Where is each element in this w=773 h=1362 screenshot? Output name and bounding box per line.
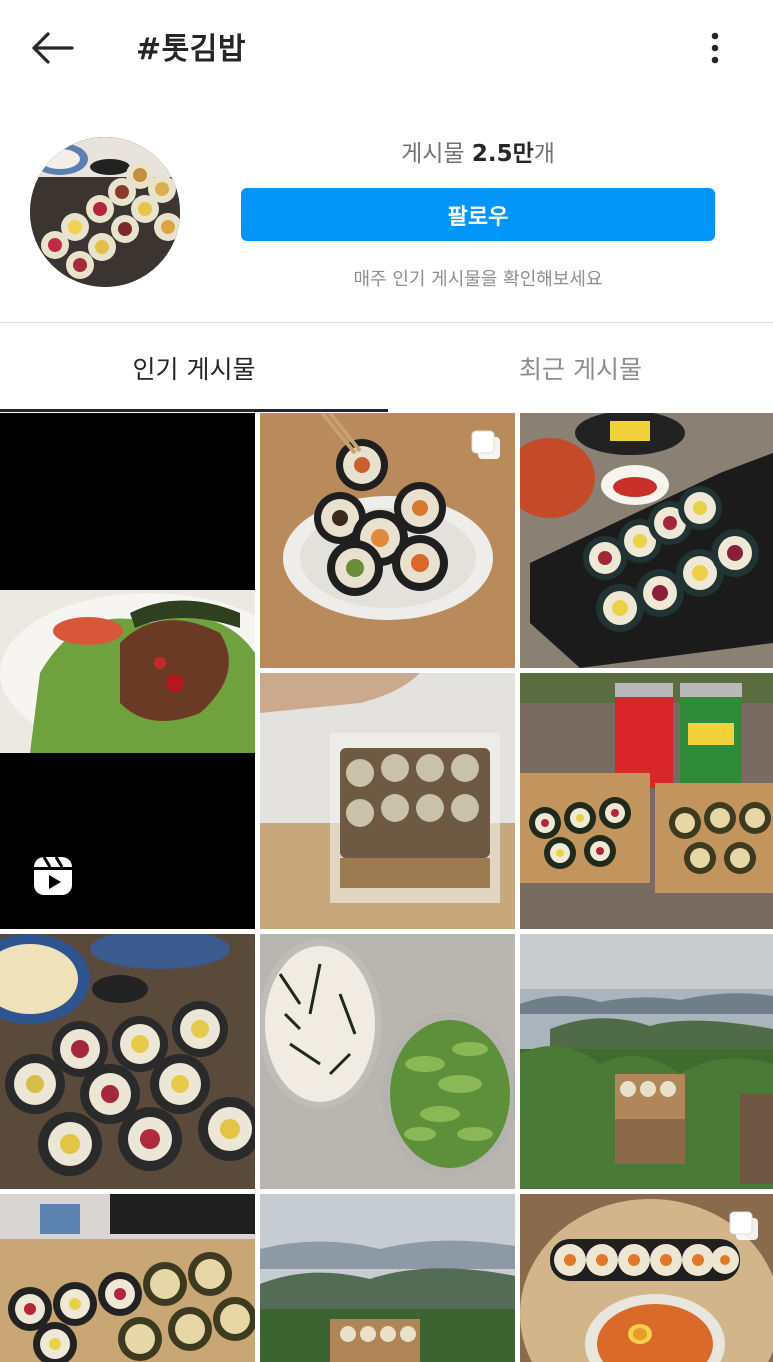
carousel-icon bbox=[729, 1211, 758, 1240]
back-button[interactable] bbox=[28, 26, 76, 70]
posts-label: 게시물 bbox=[401, 141, 465, 167]
grid-post[interactable] bbox=[260, 934, 515, 1189]
arrow-left-icon bbox=[32, 32, 74, 64]
hashtag-avatar bbox=[30, 137, 180, 287]
posts-unit: 개 bbox=[533, 141, 555, 167]
grid-post[interactable] bbox=[0, 934, 255, 1189]
more-options-button[interactable] bbox=[700, 26, 730, 70]
reels-icon bbox=[34, 856, 72, 895]
weekly-note: 매주 인기 게시물을 확인해보세요 bbox=[353, 269, 603, 290]
more-vertical-icon bbox=[711, 32, 719, 64]
page-title: #톳김밥 bbox=[136, 32, 246, 67]
grid-post[interactable] bbox=[260, 673, 515, 929]
posts-number: 2.5만 bbox=[471, 141, 534, 167]
grid-post[interactable] bbox=[0, 1194, 255, 1362]
active-tab-indicator bbox=[0, 409, 388, 412]
grid-post[interactable] bbox=[520, 1194, 773, 1362]
carousel-icon bbox=[471, 430, 500, 459]
posts-grid bbox=[0, 413, 773, 1362]
grid-post[interactable] bbox=[0, 413, 255, 929]
grid-post[interactable] bbox=[520, 673, 773, 929]
posts-count: 게시물 2.5만개 bbox=[241, 134, 715, 168]
tab-recent-posts[interactable]: 최근 게시물 bbox=[388, 323, 773, 413]
grid-post[interactable] bbox=[260, 1194, 515, 1362]
top-bar: #톳김밥 bbox=[0, 0, 773, 96]
grid-post[interactable] bbox=[520, 413, 773, 668]
tab-top-posts[interactable]: 인기 게시물 bbox=[0, 323, 388, 413]
grid-post[interactable] bbox=[520, 934, 773, 1189]
follow-button[interactable]: 팔로우 bbox=[241, 188, 715, 241]
grid-post[interactable] bbox=[260, 413, 515, 668]
